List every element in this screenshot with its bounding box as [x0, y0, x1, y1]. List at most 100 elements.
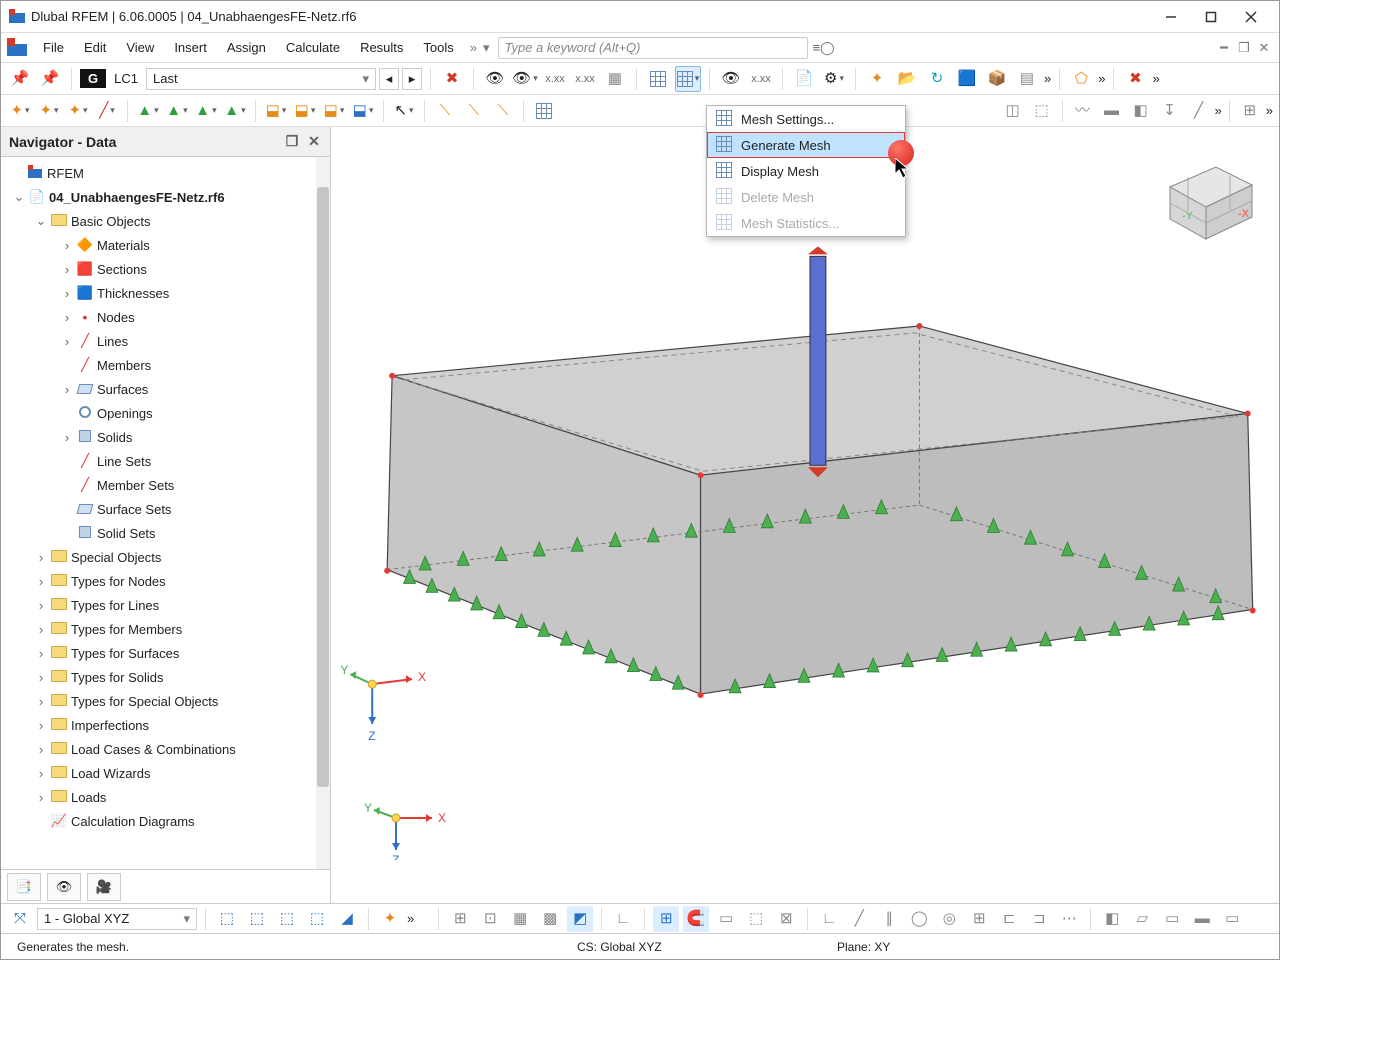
t2-dash-3[interactable]: ⟍ [490, 98, 516, 124]
st-b1[interactable]: ⬚ [214, 906, 240, 932]
tree-item-lines[interactable]: ›Lines [5, 329, 330, 353]
tree-folder[interactable]: ›Load Cases & Combinations [5, 737, 330, 761]
t2-star-1[interactable]: ✦ [7, 98, 33, 124]
tool-dim-xxx2[interactable]: x.xx [572, 66, 598, 92]
tree-folder[interactable]: ›Types for Surfaces [5, 641, 330, 665]
tool-view-eye[interactable]: 👁 [482, 66, 508, 92]
tool-box-orange[interactable]: 📦 [984, 66, 1010, 92]
tool-pushpin-1[interactable]: 📌 [7, 66, 33, 92]
tree-folder[interactable]: ›Special Objects [5, 545, 330, 569]
tree-item-solids[interactable]: ›Solids [5, 425, 330, 449]
tool-eye-axis[interactable]: 👁 [718, 66, 744, 92]
tree-folder[interactable]: ›Types for Members [5, 617, 330, 641]
loadcase-next-button[interactable]: ▸ [402, 68, 422, 90]
menu-item-mesh-settings[interactable]: Mesh Settings... [707, 106, 905, 132]
tool-report-more[interactable]: ⚙ [821, 66, 847, 92]
tree-item-nodes[interactable]: ›Nodes [5, 305, 330, 329]
toolbar1-overflow3-icon[interactable]: » [1152, 71, 1159, 86]
t2-curve[interactable]: 〰 [1070, 98, 1096, 124]
chevron-down-icon[interactable]: ▾ [483, 40, 490, 56]
st-cs-icon[interactable]: ⤧ [7, 906, 33, 932]
st-rect2[interactable]: ▭ [1219, 906, 1245, 932]
st-snap-diag[interactable]: ⬚ [743, 906, 769, 932]
t2-box-1[interactable]: ⬓ [263, 98, 289, 124]
tool-report[interactable]: 📄 [791, 66, 817, 92]
tree-item-linesets[interactable]: Line Sets [5, 449, 330, 473]
t2-arrow-down[interactable]: ↧ [1157, 98, 1183, 124]
tool-open-folder[interactable]: 📂 [894, 66, 920, 92]
nav-tab-data[interactable]: 📑 [7, 873, 41, 901]
tool-hatch[interactable]: ▦ [602, 66, 628, 92]
loadcase-prev-button[interactable]: ◂ [379, 68, 399, 90]
st-b3[interactable]: ⬚ [274, 906, 300, 932]
maximize-button[interactable] [1191, 3, 1231, 31]
t2-box-2[interactable]: ⬓ [292, 98, 318, 124]
mdi-minimize-icon[interactable]: ━ [1215, 40, 1233, 56]
t2-dash-1[interactable]: ⟍ [432, 98, 458, 124]
close-button[interactable] [1231, 3, 1271, 31]
st-line[interactable]: ╱ [846, 906, 872, 932]
menu-edit[interactable]: Edit [74, 36, 116, 59]
tool-view-eye-more[interactable]: 👁 [512, 66, 538, 92]
tree-item-members[interactable]: Members [5, 353, 330, 377]
t2-grid-icon[interactable] [531, 98, 557, 124]
st-grid-fine[interactable]: ⊞ [966, 906, 992, 932]
tool-db-blue[interactable]: 🟦 [954, 66, 980, 92]
menu-calculate[interactable]: Calculate [276, 36, 350, 59]
orientation-gizmo[interactable]: -X -Y [1153, 143, 1263, 256]
st-snap-grid[interactable]: ⊞ [653, 906, 679, 932]
tree-basic-objects[interactable]: ⌄ Basic Objects [5, 209, 330, 233]
collapse-icon[interactable]: ⌄ [11, 189, 27, 205]
st-load-star[interactable]: ✦ [377, 906, 403, 932]
st-snap-x[interactable]: ⊠ [773, 906, 799, 932]
toolbar1-overflow-icon[interactable]: » [1044, 71, 1051, 86]
tool-select-poly[interactable]: ⬠ [1068, 66, 1094, 92]
tree-item-openings[interactable]: Openings [5, 401, 330, 425]
tree-folder[interactable]: ›Load Wizards [5, 761, 330, 785]
t2-support-4[interactable]: ▲ [222, 98, 248, 124]
toolbar1-overflow2-icon[interactable]: » [1098, 71, 1105, 86]
menu-view[interactable]: View [116, 36, 164, 59]
st-parallel[interactable]: ∥ [876, 906, 902, 932]
st-grid-1[interactable]: ⊞ [447, 906, 473, 932]
viewport-3d[interactable]: X Y Z -X -Y [331, 127, 1279, 903]
toolbar2-overflow2-icon[interactable]: » [1266, 103, 1273, 118]
t2-star-2[interactable]: ✦ [36, 98, 62, 124]
t2-box-3[interactable]: ⬓ [321, 98, 347, 124]
st-b4[interactable]: ⬚ [304, 906, 330, 932]
t2-support-1[interactable]: ▲ [135, 98, 161, 124]
st-ring[interactable]: ◎ [936, 906, 962, 932]
menu-file[interactable]: File [33, 36, 74, 59]
tool-mesh-settings[interactable] [645, 66, 671, 92]
st-snap-magnet[interactable]: 🧲 [683, 906, 709, 932]
st-overflow-icon[interactable]: » [407, 911, 414, 926]
menu-item-generate-mesh[interactable]: Generate Mesh [707, 132, 905, 158]
tree-folder[interactable]: 📈Calculation Diagrams [5, 809, 330, 833]
t2-beam[interactable]: ▬ [1099, 98, 1125, 124]
menu-results[interactable]: Results [350, 36, 413, 59]
tree-item-materials[interactable]: ›🔶Materials [5, 233, 330, 257]
st-grid-5[interactable]: ◩ [567, 906, 593, 932]
st-angle2[interactable]: ∟ [816, 906, 842, 932]
navigator-tree[interactable]: RFEM ⌄ 📄 04_UnabhaengesFE-Netz.rf6 ⌄ Bas… [1, 157, 330, 869]
tree-root[interactable]: RFEM [5, 161, 330, 185]
t2-edge[interactable]: ╱ [1186, 98, 1212, 124]
scrollbar-thumb[interactable] [317, 187, 329, 787]
t2-support-2[interactable]: ▲ [164, 98, 190, 124]
tool-pushpin-2[interactable]: 📌 [37, 66, 63, 92]
tool-clear-x[interactable]: ✖ [1122, 66, 1148, 92]
mdi-restore-icon[interactable]: ❐ [1235, 40, 1253, 56]
tree-item-sections[interactable]: ›🟥Sections [5, 257, 330, 281]
st-circle[interactable]: ◯ [906, 906, 932, 932]
tree-item-solidsets[interactable]: Solid Sets [5, 521, 330, 545]
menu-assign[interactable]: Assign [217, 36, 276, 59]
t2-star-3[interactable]: ✦ [65, 98, 91, 124]
tree-folder[interactable]: ›Loads [5, 785, 330, 809]
t2-cube[interactable]: ◧ [1128, 98, 1154, 124]
tool-flag-delete[interactable]: ✖ [439, 66, 465, 92]
t2-shape-1[interactable]: ◫ [1000, 98, 1026, 124]
tree-folder[interactable]: ›Types for Lines [5, 593, 330, 617]
tree-item-membersets[interactable]: Member Sets [5, 473, 330, 497]
search-filter-icon[interactable]: ≡◯ [812, 40, 836, 56]
cs-select[interactable]: 1 - Global XYZ ▾ [37, 908, 197, 930]
